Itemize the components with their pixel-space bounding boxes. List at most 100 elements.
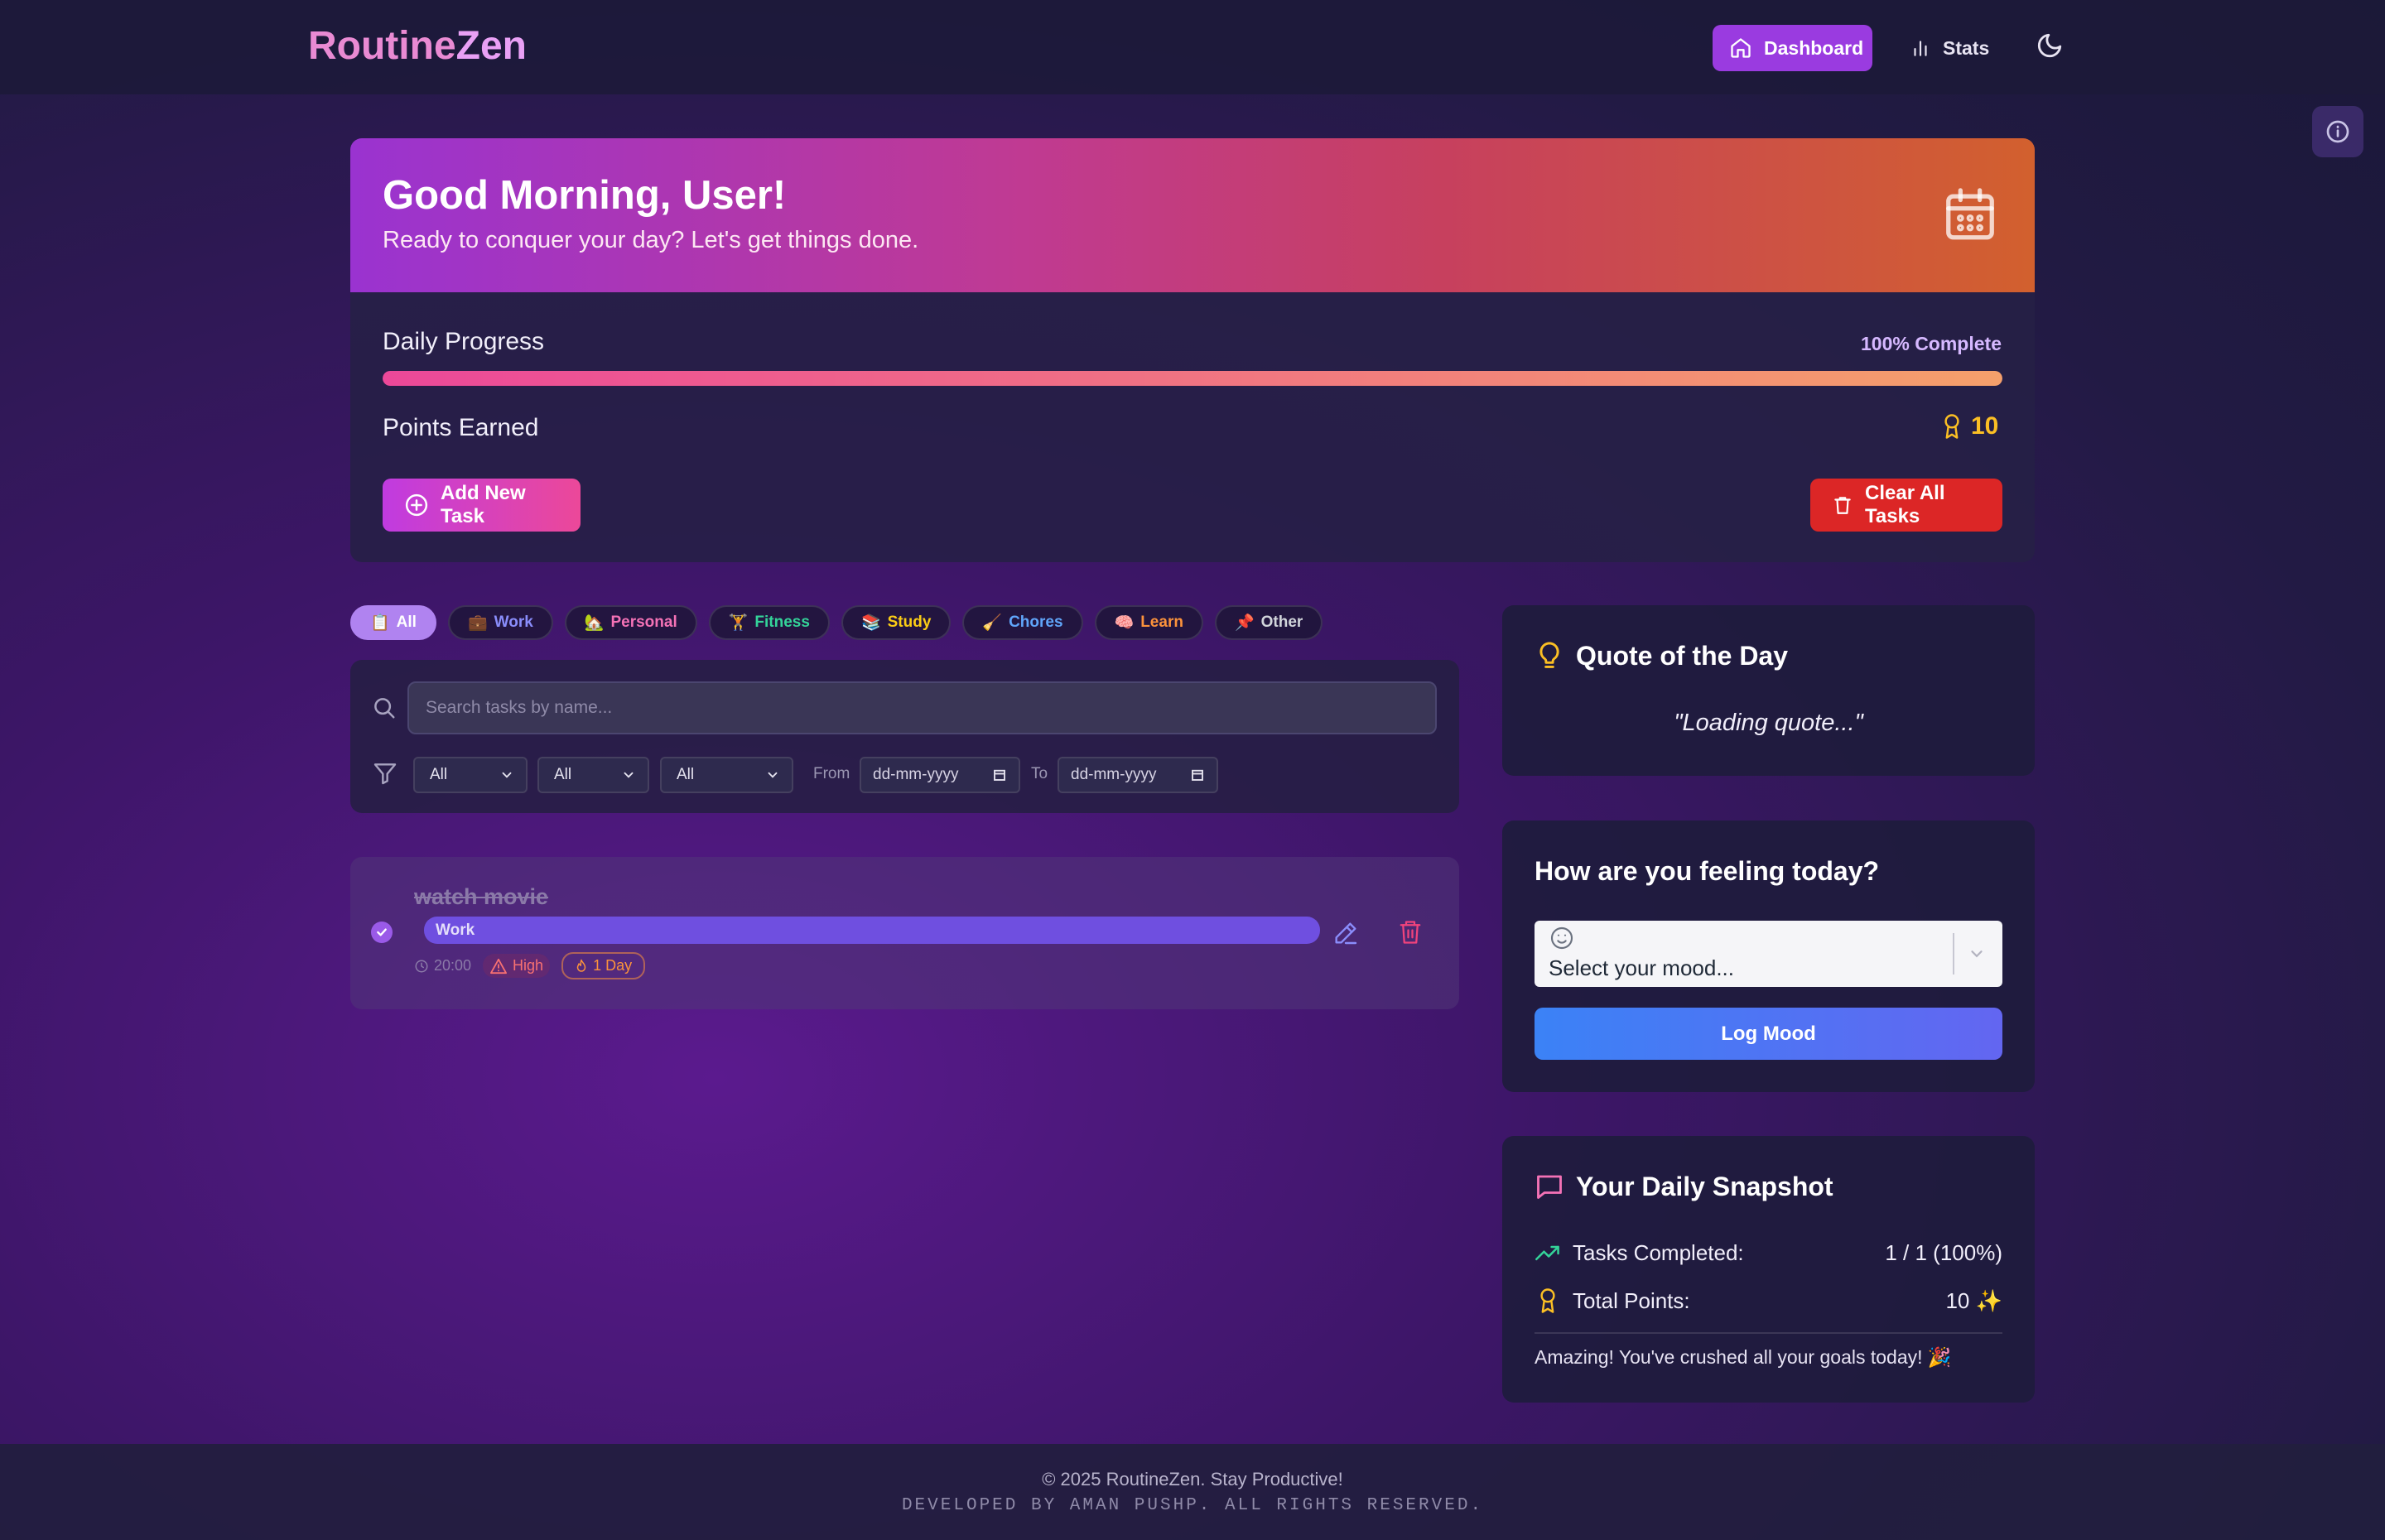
check-icon <box>375 926 388 939</box>
quote-title: Quote of the Day <box>1576 641 1789 671</box>
select-value: All <box>677 766 695 783</box>
chip-emoji: 🏋 <box>728 614 749 632</box>
filter-select-1[interactable]: All <box>413 757 528 793</box>
snapshot-points-row: Total Points: 10 ✨ <box>1535 1287 2002 1314</box>
chevron-down-icon <box>499 768 514 782</box>
mood-select-placeholder: Select your mood... <box>1549 955 1734 980</box>
log-mood-button[interactable]: Log Mood <box>1535 1008 2002 1060</box>
chevron-down-icon[interactable] <box>1968 945 1986 963</box>
trash-icon <box>1398 918 1423 946</box>
to-date-label: To <box>1031 765 1048 782</box>
home-icon <box>1729 36 1752 60</box>
greeting-title: Good Morning, User! <box>383 173 787 218</box>
chip-fitness[interactable]: 🏋 Fitness <box>708 605 830 640</box>
chip-chores[interactable]: 🧹 Chores <box>962 605 1083 640</box>
chip-emoji: 💼 <box>467 614 488 632</box>
task-time: 20:00 <box>414 957 471 975</box>
quote-text: "Loading quote..." <box>1674 710 1863 736</box>
trash-icon <box>1832 493 1853 517</box>
task-complete-checkbox[interactable] <box>371 922 393 943</box>
daily-progress-bar <box>383 371 2002 386</box>
alert-triangle-icon <box>489 958 508 975</box>
chip-label: Learn <box>1140 614 1183 631</box>
lightbulb-icon <box>1537 641 1562 672</box>
clock-icon <box>414 959 429 974</box>
chip-label: All <box>396 614 417 631</box>
footer-credits: DEVELOPED BY AMAN PUSHP. ALL RIGHTS RESE… <box>901 1496 1484 1515</box>
task-title: watch movie <box>414 884 549 909</box>
progress-card <box>350 292 2035 562</box>
chip-label: Personal <box>610 614 677 631</box>
message-square-icon <box>1535 1172 1564 1201</box>
category-filter-chips: 📋 All 💼 Work 🏡 Personal 🏋 Fitness 📚 Study 🧹 Ch… <box>350 605 1323 640</box>
task-priority-value: High <box>513 957 544 974</box>
nav-dashboard-label: Dashboard <box>1764 36 1864 59</box>
quote-card <box>1502 605 2035 776</box>
edit-task-button[interactable] <box>1332 920 1359 946</box>
chip-study[interactable]: 📚 Study <box>841 605 952 640</box>
chip-emoji: 📚 <box>860 614 881 632</box>
nav-stats-button[interactable]: Stats <box>1910 25 1989 71</box>
trending-up-icon <box>1535 1244 1561 1263</box>
delete-task-button[interactable] <box>1398 918 1423 946</box>
chip-all[interactable]: 📋 All <box>350 605 436 640</box>
nav-dashboard-button[interactable]: Dashboard <box>1713 25 1872 71</box>
select-value: All <box>554 766 572 783</box>
logo-accent: Zen <box>455 24 527 68</box>
date-value: dd-mm-yyyy <box>873 766 959 783</box>
calendar-picker-icon <box>1190 768 1205 782</box>
to-date-input[interactable]: dd-mm-yyyy <box>1058 757 1218 793</box>
chip-work[interactable]: 💼 Work <box>447 605 553 640</box>
chip-label: Work <box>494 614 533 631</box>
points-earned-value: 10 <box>1941 412 1998 440</box>
chip-emoji: 📌 <box>1234 614 1255 632</box>
add-new-task-button[interactable]: Add New Task <box>383 479 581 532</box>
mood-select-divider <box>1953 933 1954 975</box>
nav-stats-label: Stats <box>1943 36 1990 59</box>
calendar-picker-icon <box>992 768 1007 782</box>
award-icon <box>1941 413 1963 440</box>
select-value: All <box>430 766 448 783</box>
snapshot-tasks-row: Tasks Completed: 1 / 1 (100%) <box>1535 1240 2002 1266</box>
filter-select-2[interactable]: All <box>537 757 649 793</box>
chip-personal[interactable]: 🏡 Personal <box>564 605 697 640</box>
smile-icon <box>1549 925 1575 951</box>
add-task-label: Add New Task <box>441 482 526 527</box>
bar-chart-icon <box>1910 37 1931 59</box>
chip-label: Other <box>1260 614 1303 631</box>
task-streak-badge: 1 Day <box>561 952 646 979</box>
chip-emoji: 🏡 <box>584 614 605 632</box>
chip-learn[interactable]: 🧠 Learn <box>1094 605 1203 640</box>
task-priority-badge: High <box>483 954 551 978</box>
clear-tasks-label: Clear All Tasks <box>1865 482 1945 527</box>
info-button[interactable] <box>2312 106 2363 157</box>
theme-toggle-moon-icon[interactable] <box>2036 31 2064 60</box>
app-logo[interactable]: RoutineZen <box>308 23 527 69</box>
calendar-icon <box>1941 184 1999 245</box>
chip-other[interactable]: 📌 Other <box>1214 605 1323 640</box>
award-icon <box>1535 1287 1561 1314</box>
greeting-subtitle: Ready to conquer your day? Let's get thi… <box>383 227 919 253</box>
progress-bar-fill <box>383 371 2002 386</box>
snapshot-title: Your Daily Snapshot <box>1576 1172 1833 1201</box>
from-date-input[interactable]: dd-mm-yyyy <box>860 757 1020 793</box>
plus-circle-icon <box>404 493 429 517</box>
chip-emoji: 🧹 <box>982 614 1003 632</box>
chip-label: Study <box>887 614 932 631</box>
chevron-down-icon <box>621 768 636 782</box>
search-icon <box>372 695 397 720</box>
task-category-tag: Work <box>424 917 1320 944</box>
search-tasks-input[interactable] <box>407 681 1437 734</box>
date-value: dd-mm-yyyy <box>1071 766 1157 783</box>
flame-icon <box>575 959 588 974</box>
filter-select-3[interactable]: All <box>660 757 793 793</box>
filter-icon <box>372 760 398 787</box>
footer-copyright: © 2025 RoutineZen. Stay Productive! <box>1042 1469 1343 1489</box>
clear-all-tasks-button[interactable]: Clear All Tasks <box>1810 479 2002 532</box>
points-number: 10 <box>1971 412 1999 440</box>
chip-emoji: 🧠 <box>1114 614 1135 632</box>
progress-percent-text: 100% Complete <box>1860 333 2002 354</box>
pencil-icon <box>1332 920 1359 946</box>
snapshot-points-value: 10 ✨ <box>1945 1287 2002 1313</box>
task-streak-value: 1 Day <box>593 957 633 974</box>
